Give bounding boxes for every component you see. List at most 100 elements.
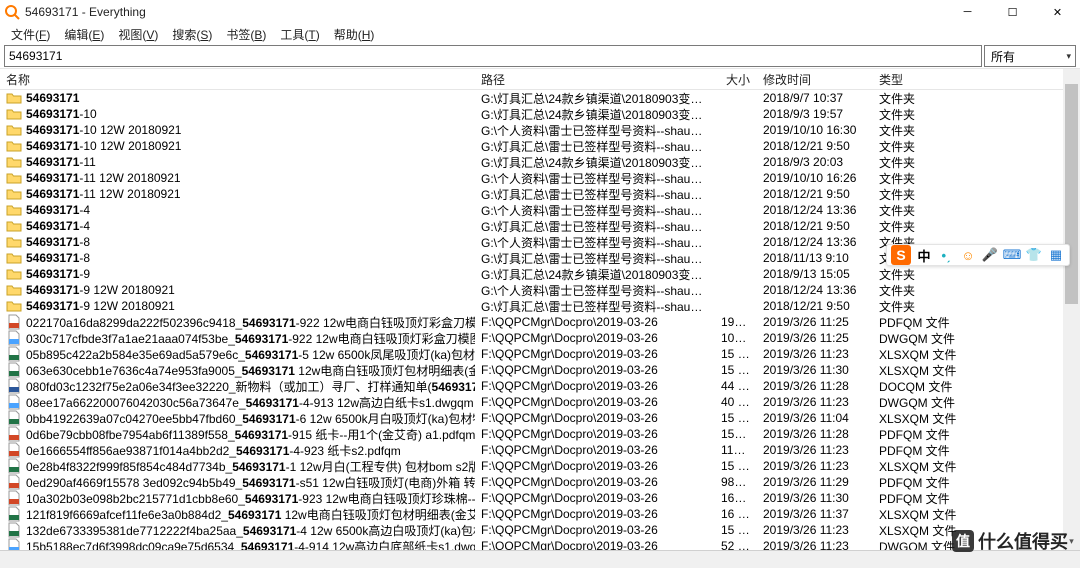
item-path: F:\QQPCMgr\Docpro\2019-03-26 [475, 411, 715, 425]
item-size: 106 KB [715, 331, 757, 345]
item-name: 10a302b03e098b2bc215771d1cbb8e60_5469317… [26, 490, 475, 507]
item-size: 191 KB [715, 315, 757, 329]
item-ext: PDFQM 文件 [873, 442, 983, 459]
list-item[interactable]: 0d6be79cbb08fbe7954ab6f11389f558_5469317… [0, 426, 1080, 442]
item-path: F:\QQPCMgr\Docpro\2019-03-26 [475, 523, 715, 537]
item-path: G:\个人资料\雷士已签样型号资料--shaun---... [475, 122, 715, 139]
menu-v[interactable]: 视图(V) [111, 24, 165, 45]
list-item[interactable]: 54693171-11 12W 20180921G:\灯具汇总\雷士已签样型号资… [0, 186, 1080, 202]
column-header: 名称 路径 大小 修改时间 类型 ▴ [0, 68, 1080, 90]
col-ext-header[interactable]: 类型 [873, 68, 983, 91]
list-item[interactable]: 063e630cebb1e7636c4a74e953fa9005_5469317… [0, 362, 1080, 378]
folder-icon [6, 154, 22, 170]
list-item[interactable]: 0e1666554ff856ae93871f014a4bb2d2_5469317… [0, 442, 1080, 458]
list-item[interactable]: 54693171-10G:\灯具汇总\24款乡镇渠道\20180903变更\..… [0, 106, 1080, 122]
file-icon [6, 314, 22, 330]
item-ext: XLSXQM 文件 [873, 410, 983, 427]
minimize-button[interactable]: ─ [945, 0, 990, 24]
sogou-icon[interactable]: S [891, 245, 911, 265]
list-item[interactable]: 08ee17a662200076042030c56a73647e_5469317… [0, 394, 1080, 410]
item-path: F:\QQPCMgr\Docpro\2019-03-26 [475, 379, 715, 393]
toolbox-icon[interactable]: ▦ [1047, 246, 1065, 264]
list-item[interactable]: 54693171-9 12W 20180921G:\个人资料\雷士已签样型号资料… [0, 282, 1080, 298]
col-date-header[interactable]: 修改时间 [757, 68, 873, 91]
file-icon [6, 378, 22, 394]
menu-t[interactable]: 工具(T) [273, 24, 326, 45]
item-path: G:\灯具汇总\24款乡镇渠道\20180903变更\... [475, 90, 715, 107]
item-name: 54693171-9 12W 20180921 [26, 299, 175, 313]
menu-f[interactable]: 文件(F) [4, 24, 57, 45]
list-item[interactable]: 10a302b03e098b2bc215771d1cbb8e60_5469317… [0, 490, 1080, 506]
window-title: 54693171 - Everything [25, 5, 146, 19]
close-button[interactable]: ✕ [1035, 0, 1080, 24]
item-date: 2019/3/26 11:23 [757, 539, 873, 550]
keyboard-icon[interactable]: ⌨ [1003, 246, 1021, 264]
list-item[interactable]: 132de6733395381de7712222f4ba25aa_5469317… [0, 522, 1080, 538]
folder-icon [6, 234, 22, 250]
list-item[interactable]: 0e28b4f8322f999f85f854c484d7734b_5469317… [0, 458, 1080, 474]
scrollbar-thumb[interactable] [1065, 84, 1078, 304]
menu-b[interactable]: 书签(B) [219, 24, 273, 45]
list-item[interactable]: 54693171-11G:\灯具汇总\24款乡镇渠道\20180903变更\..… [0, 154, 1080, 170]
menu-s[interactable]: 搜索(S) [165, 24, 219, 45]
item-name: 0d6be79cbb08fbe7954ab6f11389f558_5469317… [26, 426, 475, 443]
list-item[interactable]: 54693171-10 12W 20180921 G:\个人资料\雷士已签样型号资… [0, 122, 1080, 138]
list-item[interactable]: 15b5188ec7d6f3998dc09ca9e75d6534_5469317… [0, 538, 1080, 550]
list-item[interactable]: 05b895c422a2b584e35e69ad5a579e6c_5469317… [0, 346, 1080, 362]
list-item[interactable]: 54693171-4G:\灯具汇总\雷士已签样型号资料--shaun---...… [0, 218, 1080, 234]
item-ext: XLSXQM 文件 [873, 458, 983, 475]
item-date: 2018/12/21 9:50 [757, 219, 873, 233]
list-item[interactable]: 0bb41922639a07c04270ee5bb47fbd60_5469317… [0, 410, 1080, 426]
item-ext: 文件夹 [873, 266, 983, 283]
item-name: 54693171-4 [26, 203, 90, 217]
ime-punct-icon[interactable]: •ˏ [937, 246, 955, 264]
filter-dropdown[interactable]: 所有 ▾ [984, 45, 1076, 67]
item-name: 54693171-8 [26, 251, 90, 265]
item-path: F:\QQPCMgr\Docpro\2019-03-26 [475, 331, 715, 345]
item-name: 54693171-10 12W 20180921 [26, 123, 181, 137]
list-item[interactable]: 121f819f6669afcef11fe6e3a0b884d2_5469317… [0, 506, 1080, 522]
mic-icon[interactable]: 🎤 [981, 246, 999, 264]
item-size: 44 KB [715, 379, 757, 393]
list-item[interactable]: 54693171-4G:\个人资料\雷士已签样型号资料--shaun---...… [0, 202, 1080, 218]
statusbar [0, 550, 1080, 568]
item-size: 52 KB [715, 539, 757, 550]
item-name: 54693171-10 12W 20180921 [26, 139, 181, 153]
item-ext: 文件夹 [873, 170, 983, 187]
list-item[interactable]: 0ed290af4669f15578 3ed092c94b5b49_546931… [0, 474, 1080, 490]
app-icon [4, 4, 20, 20]
ime-cn-label[interactable]: 中 [915, 246, 933, 264]
folder-icon [6, 90, 22, 106]
list-item[interactable]: 080fd03c1232f75e2a06e34f3ee32220_新物料（或加工… [0, 378, 1080, 394]
file-icon [6, 458, 22, 474]
item-date: 2018/9/3 19:57 [757, 107, 873, 121]
list-item[interactable]: 54693171-9G:\灯具汇总\24款乡镇渠道\20180903变更\...… [0, 266, 1080, 282]
col-size-header[interactable]: 大小 [715, 68, 757, 91]
list-item[interactable]: 030c717cfbde3f7a1ae21aaa074f53be_5469317… [0, 330, 1080, 346]
menu-h[interactable]: 帮助(H) [327, 24, 382, 45]
maximize-button[interactable]: ☐ [990, 0, 1035, 24]
file-icon [6, 506, 22, 522]
item-path: G:\个人资料\雷士已签样型号资料--shaun---... [475, 234, 715, 251]
skin-icon[interactable]: 👕 [1025, 246, 1043, 264]
item-path: F:\QQPCMgr\Docpro\2019-03-26 [475, 427, 715, 441]
list-item[interactable]: 54693171-11 12W 20180921G:\个人资料\雷士已签样型号资… [0, 170, 1080, 186]
list-item[interactable]: 54693171-10 12W 20180921G:\灯具汇总\雷士已签样型号资… [0, 138, 1080, 154]
item-ext: 文件夹 [873, 154, 983, 171]
col-path-header[interactable]: 路径 [475, 68, 715, 91]
item-ext: PDFQM 文件 [873, 474, 983, 491]
folder-icon [6, 298, 22, 314]
list-item[interactable]: 54693171G:\灯具汇总\24款乡镇渠道\20180903变更\...20… [0, 90, 1080, 106]
item-ext: 文件夹 [873, 122, 983, 139]
search-input[interactable] [4, 45, 982, 67]
item-path: G:\灯具汇总\24款乡镇渠道\20180903变更\... [475, 266, 715, 283]
ime-toolbar[interactable]: S 中 •ˏ ☺ 🎤 ⌨ 👕 ▦ [886, 244, 1070, 266]
vertical-scrollbar[interactable]: ▾ [1063, 70, 1080, 550]
col-name-header[interactable]: 名称 [0, 68, 475, 91]
menu-e[interactable]: 编辑(E) [57, 24, 111, 45]
item-ext: DOCQM 文件 [873, 378, 983, 395]
item-path: G:\灯具汇总\雷士已签样型号资料--shaun---... [475, 298, 715, 315]
list-item[interactable]: 022170a16da8299da222f502396c9418_5469317… [0, 314, 1080, 330]
list-item[interactable]: 54693171-9 12W 20180921 G:\灯具汇总\雷士已签样型号资料… [0, 298, 1080, 314]
emoji-icon[interactable]: ☺ [959, 246, 977, 264]
